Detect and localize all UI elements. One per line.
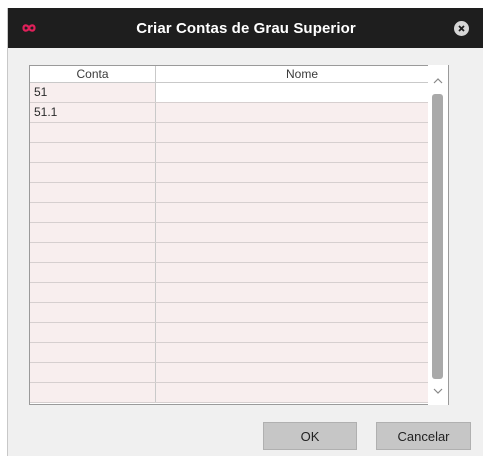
table-row[interactable] xyxy=(30,183,448,203)
table-row[interactable] xyxy=(30,143,448,163)
conta-cell[interactable] xyxy=(30,163,156,182)
nome-cell[interactable] xyxy=(156,283,448,302)
nome-cell[interactable] xyxy=(156,383,448,402)
conta-cell[interactable] xyxy=(30,263,156,282)
chevron-up-icon[interactable] xyxy=(428,73,448,89)
conta-cell[interactable] xyxy=(30,203,156,222)
conta-cell[interactable] xyxy=(30,323,156,342)
conta-cell[interactable] xyxy=(30,143,156,162)
nome-cell[interactable] xyxy=(156,343,448,362)
table-row[interactable] xyxy=(30,123,448,143)
table-row[interactable] xyxy=(30,323,448,343)
conta-cell[interactable] xyxy=(30,283,156,302)
conta-cell[interactable] xyxy=(30,363,156,382)
conta-cell[interactable] xyxy=(30,383,156,402)
table-row[interactable] xyxy=(30,263,448,283)
table-row[interactable] xyxy=(30,243,448,263)
conta-cell[interactable]: 51.1 xyxy=(30,103,156,122)
table-row[interactable]: 51 xyxy=(30,83,448,103)
nome-cell[interactable] xyxy=(156,263,448,282)
conta-cell[interactable] xyxy=(30,243,156,262)
nome-cell[interactable] xyxy=(156,183,448,202)
conta-cell[interactable] xyxy=(30,183,156,202)
nome-cell[interactable] xyxy=(156,123,448,142)
table-header: Conta Nome xyxy=(30,66,448,83)
nome-cell[interactable] xyxy=(156,323,448,342)
conta-cell[interactable] xyxy=(30,343,156,362)
conta-cell[interactable] xyxy=(30,303,156,322)
table-row[interactable] xyxy=(30,343,448,363)
nome-cell[interactable] xyxy=(156,243,448,262)
table-row[interactable] xyxy=(30,303,448,323)
conta-cell[interactable]: 51 xyxy=(30,83,156,102)
accounts-table: Conta Nome 51 51.1 xyxy=(29,65,449,405)
column-header-nome[interactable]: Nome xyxy=(156,66,448,82)
nome-cell[interactable] xyxy=(156,203,448,222)
nome-cell[interactable] xyxy=(156,223,448,242)
table-row[interactable] xyxy=(30,223,448,243)
conta-cell[interactable] xyxy=(30,223,156,242)
dialog-window: Criar Contas de Grau Superior Conta Nome… xyxy=(7,8,483,456)
column-header-conta[interactable]: Conta xyxy=(30,66,156,82)
nome-input[interactable] xyxy=(156,83,448,102)
ok-button[interactable]: OK xyxy=(263,422,357,450)
nome-cell[interactable] xyxy=(156,363,448,382)
chevron-down-icon[interactable] xyxy=(428,383,448,399)
table-row[interactable] xyxy=(30,363,448,383)
table-row[interactable] xyxy=(30,163,448,183)
cancel-button[interactable]: Cancelar xyxy=(376,422,471,450)
nome-cell[interactable] xyxy=(156,143,448,162)
conta-cell[interactable] xyxy=(30,123,156,142)
table-row[interactable] xyxy=(30,203,448,223)
close-button[interactable] xyxy=(454,21,469,36)
table-row[interactable] xyxy=(30,383,448,403)
table-body: 51 51.1 xyxy=(30,83,448,403)
title-bar[interactable]: Criar Contas de Grau Superior xyxy=(8,8,483,48)
close-icon xyxy=(458,25,465,32)
nome-cell[interactable] xyxy=(156,163,448,182)
vertical-scrollbar[interactable] xyxy=(428,65,448,405)
dialog-title: Criar Contas de Grau Superior xyxy=(136,20,356,37)
scrollbar-thumb[interactable] xyxy=(432,94,443,379)
nome-cell[interactable] xyxy=(156,303,448,322)
nome-cell[interactable] xyxy=(156,103,448,122)
table-row[interactable] xyxy=(30,283,448,303)
table-row[interactable]: 51.1 xyxy=(30,103,448,123)
